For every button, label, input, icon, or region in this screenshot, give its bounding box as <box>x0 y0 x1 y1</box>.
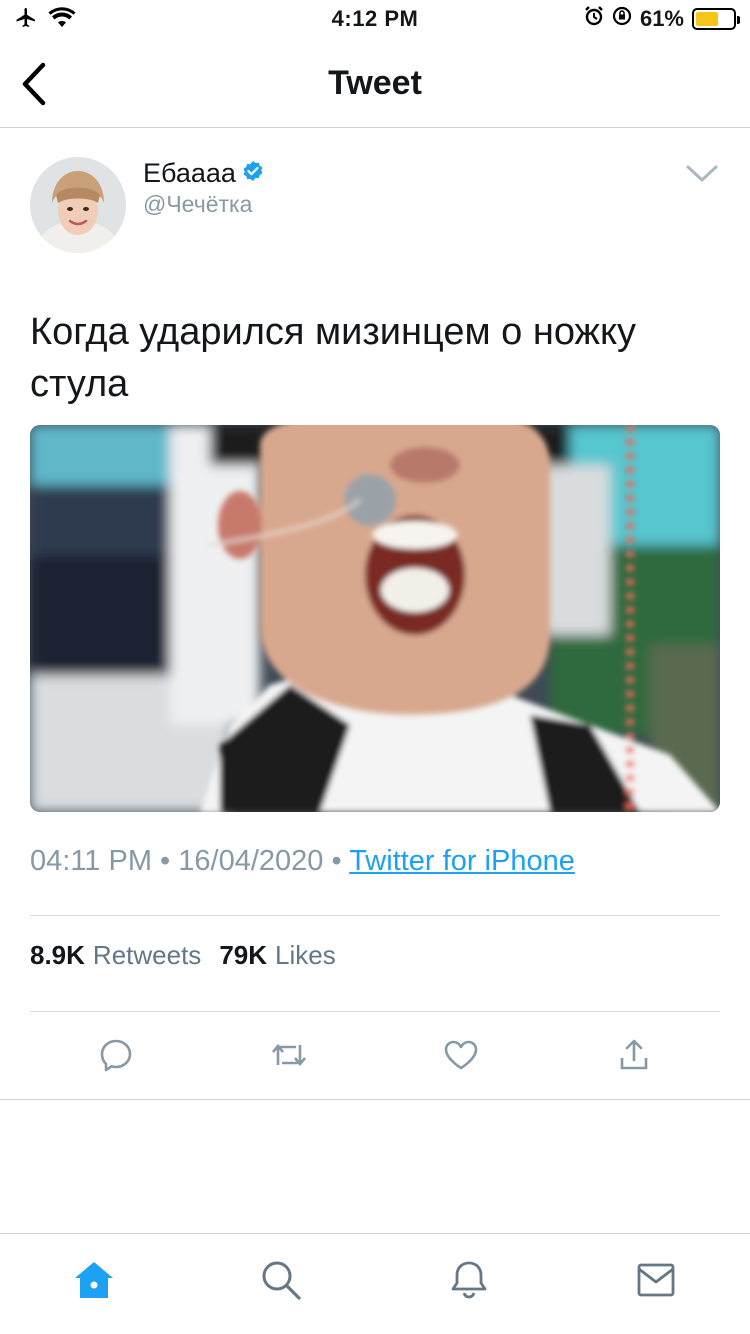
meta-separator-2: • <box>331 845 342 877</box>
retweets-label: Retweets <box>92 940 202 970</box>
tab-notifications[interactable] <box>375 1234 563 1334</box>
heart-icon <box>444 1040 478 1070</box>
tweet-image[interactable] <box>30 425 720 812</box>
divider <box>30 1011 720 1012</box>
like-button[interactable] <box>375 1030 548 1080</box>
author-info: Ебаааа @Чечётка <box>143 157 264 218</box>
tab-bar <box>0 1233 750 1334</box>
mail-icon <box>637 1263 675 1297</box>
battery-fill <box>696 12 718 26</box>
retweets-count: 8.9K <box>30 940 85 970</box>
tweet-text: Когда ударился мизинцем о ножку стула <box>30 311 636 405</box>
retweets-stat[interactable]: 8.9K Retweets <box>30 940 201 971</box>
tweet-menu-button[interactable] <box>684 159 720 189</box>
tab-messages[interactable] <box>563 1234 750 1334</box>
tweet-header: Ебаааа @Чечётка <box>30 157 720 257</box>
likes-label: Likes <box>275 940 336 970</box>
reply-icon <box>100 1039 132 1072</box>
reply-button[interactable] <box>30 1030 203 1080</box>
tab-home[interactable] <box>0 1234 188 1334</box>
tweet-source-link[interactable]: Twitter for iPhone <box>349 845 575 877</box>
author-name-row[interactable]: Ебаааа <box>143 157 264 189</box>
tweet-date: 16/04/2020 <box>178 845 324 877</box>
battery-percent: 61% <box>639 6 684 31</box>
author-handle[interactable]: @Чечётка <box>143 191 264 218</box>
tweet-meta: 04:11 PM • 16/04/2020 • Twitter for iPho… <box>30 845 575 878</box>
chevron-down-icon <box>686 165 718 182</box>
bell-icon <box>451 1261 487 1299</box>
divider <box>30 915 720 916</box>
tweet-actions <box>30 1030 720 1080</box>
rotation-lock-icon <box>612 6 632 32</box>
retweet-icon <box>271 1043 306 1067</box>
tweet-stats: 8.9K Retweets 79K Likes <box>30 940 336 971</box>
status-bar: 4:12 PM 61% <box>0 0 750 40</box>
avatar[interactable] <box>30 157 126 253</box>
author-name: Ебаааа <box>143 158 236 188</box>
navigation-bar: Tweet <box>0 40 750 128</box>
likes-stat[interactable]: 79K Likes <box>219 940 335 971</box>
retweet-button[interactable] <box>203 1030 376 1080</box>
battery-icon <box>692 8 740 30</box>
meta-separator: • <box>160 845 171 877</box>
search-icon <box>262 1261 301 1300</box>
divider <box>0 1099 750 1100</box>
home-icon <box>74 1262 113 1298</box>
share-button[interactable] <box>548 1030 721 1080</box>
alarm-icon <box>584 6 604 32</box>
tab-search[interactable] <box>188 1234 376 1334</box>
status-right: 61% <box>584 6 740 32</box>
likes-count: 79K <box>219 940 268 970</box>
share-icon <box>620 1039 648 1070</box>
page-title: Tweet <box>328 64 422 102</box>
verified-badge-icon <box>242 157 264 189</box>
tweet-time: 04:11 PM <box>30 845 152 877</box>
